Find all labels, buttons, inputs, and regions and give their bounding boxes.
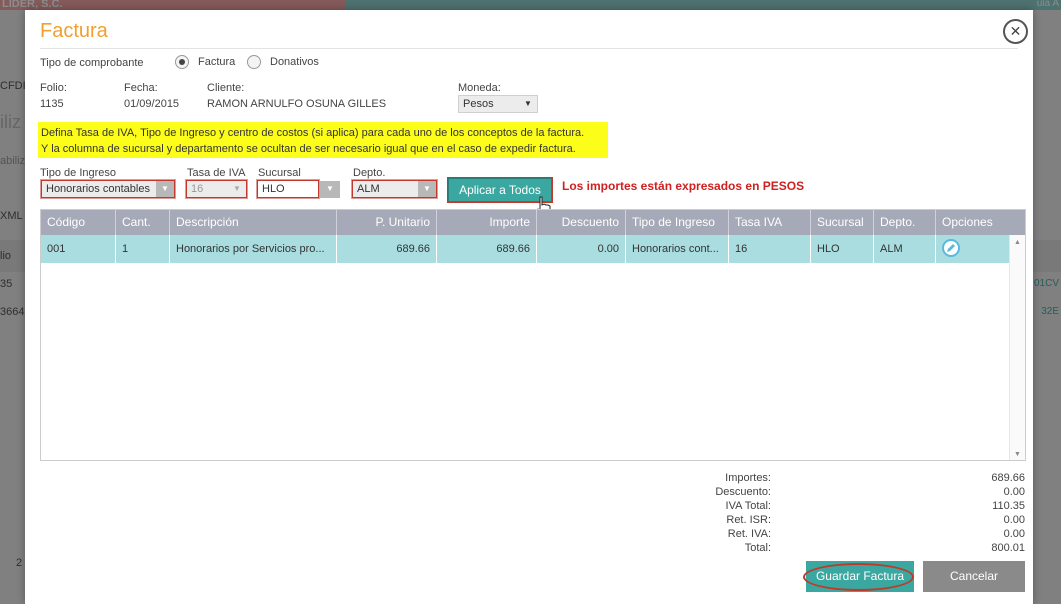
- tipo-comprobante-label: Tipo de comprobante: [40, 57, 144, 69]
- cell-depto: ALM: [874, 235, 936, 263]
- chevron-down-icon: ▼: [524, 99, 532, 108]
- dialog-title: Factura: [40, 20, 108, 42]
- column-header[interactable]: Sucursal: [811, 210, 874, 235]
- tipo-ingreso-select[interactable]: Honorarios contables ▼: [41, 180, 175, 198]
- column-header[interactable]: Cant.: [116, 210, 170, 235]
- close-icon[interactable]: ✕: [1003, 19, 1028, 44]
- cell-sucursal: HLO: [811, 235, 874, 263]
- sucursal-label: Sucursal: [258, 167, 301, 179]
- radio-donativos-label: Donativos: [270, 56, 319, 68]
- notice-line: Y la columna de sucursal y departamento …: [41, 143, 576, 155]
- column-header[interactable]: Tipo de Ingreso: [626, 210, 729, 235]
- cell-descripcion: Honorarios por Servicios pro...: [170, 235, 337, 263]
- fecha-value: 01/09/2015: [124, 98, 180, 110]
- column-header[interactable]: Código: [41, 210, 116, 235]
- moneda-label: Moneda:: [458, 82, 501, 94]
- cell-descuento: 0.00: [537, 235, 626, 263]
- total-label: Ret. ISR:: [726, 514, 771, 526]
- sucursal-select[interactable]: HLO: [257, 180, 319, 198]
- tasa-iva-select[interactable]: 16 ▼: [186, 180, 247, 198]
- total-label: Importes:: [725, 472, 771, 484]
- moneda-select[interactable]: Pesos ▼: [458, 95, 538, 113]
- scroll-up-icon[interactable]: ▲: [1014, 239, 1021, 246]
- total-label: Ret. IVA:: [727, 528, 771, 540]
- cell-codigo: 001: [41, 235, 116, 263]
- total-value: 689.66: [991, 472, 1025, 484]
- tipo-ingreso-value: Honorarios contables: [46, 183, 150, 195]
- chevron-down-icon: ▼: [233, 184, 241, 193]
- depto-label: Depto.: [353, 167, 386, 179]
- grid-header: Código Cant. Descripción P. Unitario Imp…: [41, 210, 1011, 235]
- radio-donativos[interactable]: [247, 55, 261, 69]
- folio-value: 1135: [40, 98, 64, 110]
- column-header[interactable]: Opciones: [936, 210, 1011, 235]
- tipo-ingreso-label: Tipo de Ingreso: [40, 167, 117, 179]
- notice-line: Defina Tasa de IVA, Tipo de Ingreso y ce…: [41, 127, 585, 139]
- depto-value: ALM: [357, 183, 380, 195]
- cancel-button[interactable]: Cancelar: [923, 561, 1025, 592]
- radio-factura[interactable]: [175, 55, 189, 69]
- folio-label: Folio:: [40, 82, 67, 94]
- edit-icon[interactable]: [942, 239, 960, 257]
- cell-precio-unitario: 689.66: [337, 235, 437, 263]
- currency-note: Los importes están expresados en PESOS: [562, 179, 805, 193]
- total-value: 110.35: [992, 500, 1025, 512]
- cliente-value: RAMON ARNULFO OSUNA GILLES: [207, 98, 387, 110]
- chevron-down-icon: ▼: [418, 181, 436, 197]
- total-value: 0.00: [1003, 514, 1025, 526]
- column-header[interactable]: Importe: [437, 210, 537, 235]
- info-notice: Defina Tasa de IVA, Tipo de Ingreso y ce…: [38, 122, 608, 158]
- total-value: 0.00: [1003, 528, 1025, 540]
- highlight-ring: [803, 563, 914, 591]
- table-row[interactable]: 001 1 Honorarios por Servicios pro... 68…: [41, 235, 1011, 263]
- column-header[interactable]: P. Unitario: [337, 210, 437, 235]
- title-divider: [40, 48, 1018, 49]
- chevron-down-icon: ▼: [156, 181, 174, 197]
- cell-cantidad: 1: [116, 235, 170, 263]
- concepts-grid: Código Cant. Descripción P. Unitario Imp…: [40, 209, 1026, 461]
- tasa-iva-label: Tasa de IVA: [187, 167, 246, 179]
- invoice-dialog: Factura ✕ Tipo de comprobante Factura Do…: [25, 10, 1033, 604]
- chevron-down-icon[interactable]: ▼: [320, 181, 340, 198]
- total-label: Total:: [744, 542, 771, 554]
- fecha-label: Fecha:: [124, 82, 158, 94]
- column-header[interactable]: Descuento: [537, 210, 626, 235]
- grid-header-corner: [1009, 210, 1025, 235]
- total-label: IVA Total:: [725, 500, 771, 512]
- cell-importe: 689.66: [437, 235, 537, 263]
- total-value: 0.00: [1003, 486, 1025, 498]
- column-header[interactable]: Descripción: [170, 210, 337, 235]
- column-header[interactable]: Tasa IVA: [729, 210, 811, 235]
- cliente-label: Cliente:: [207, 82, 245, 94]
- total-label: Descuento:: [715, 486, 771, 498]
- moneda-value: Pesos: [463, 98, 494, 110]
- cell-opciones: [936, 235, 1011, 263]
- grid-scrollbar[interactable]: ▲ ▼: [1009, 235, 1025, 460]
- cell-tasa-iva: 16: [729, 235, 811, 263]
- tasa-iva-value: 16: [191, 183, 204, 195]
- radio-factura-label: Factura: [198, 56, 236, 68]
- cell-tipo-ingreso: Honorarios cont...: [626, 235, 729, 263]
- depto-select[interactable]: ALM ▼: [352, 180, 437, 198]
- total-value: 800.01: [991, 542, 1025, 554]
- sucursal-value: HLO: [262, 183, 285, 195]
- scroll-down-icon[interactable]: ▼: [1014, 451, 1021, 458]
- column-header[interactable]: Depto.: [874, 210, 936, 235]
